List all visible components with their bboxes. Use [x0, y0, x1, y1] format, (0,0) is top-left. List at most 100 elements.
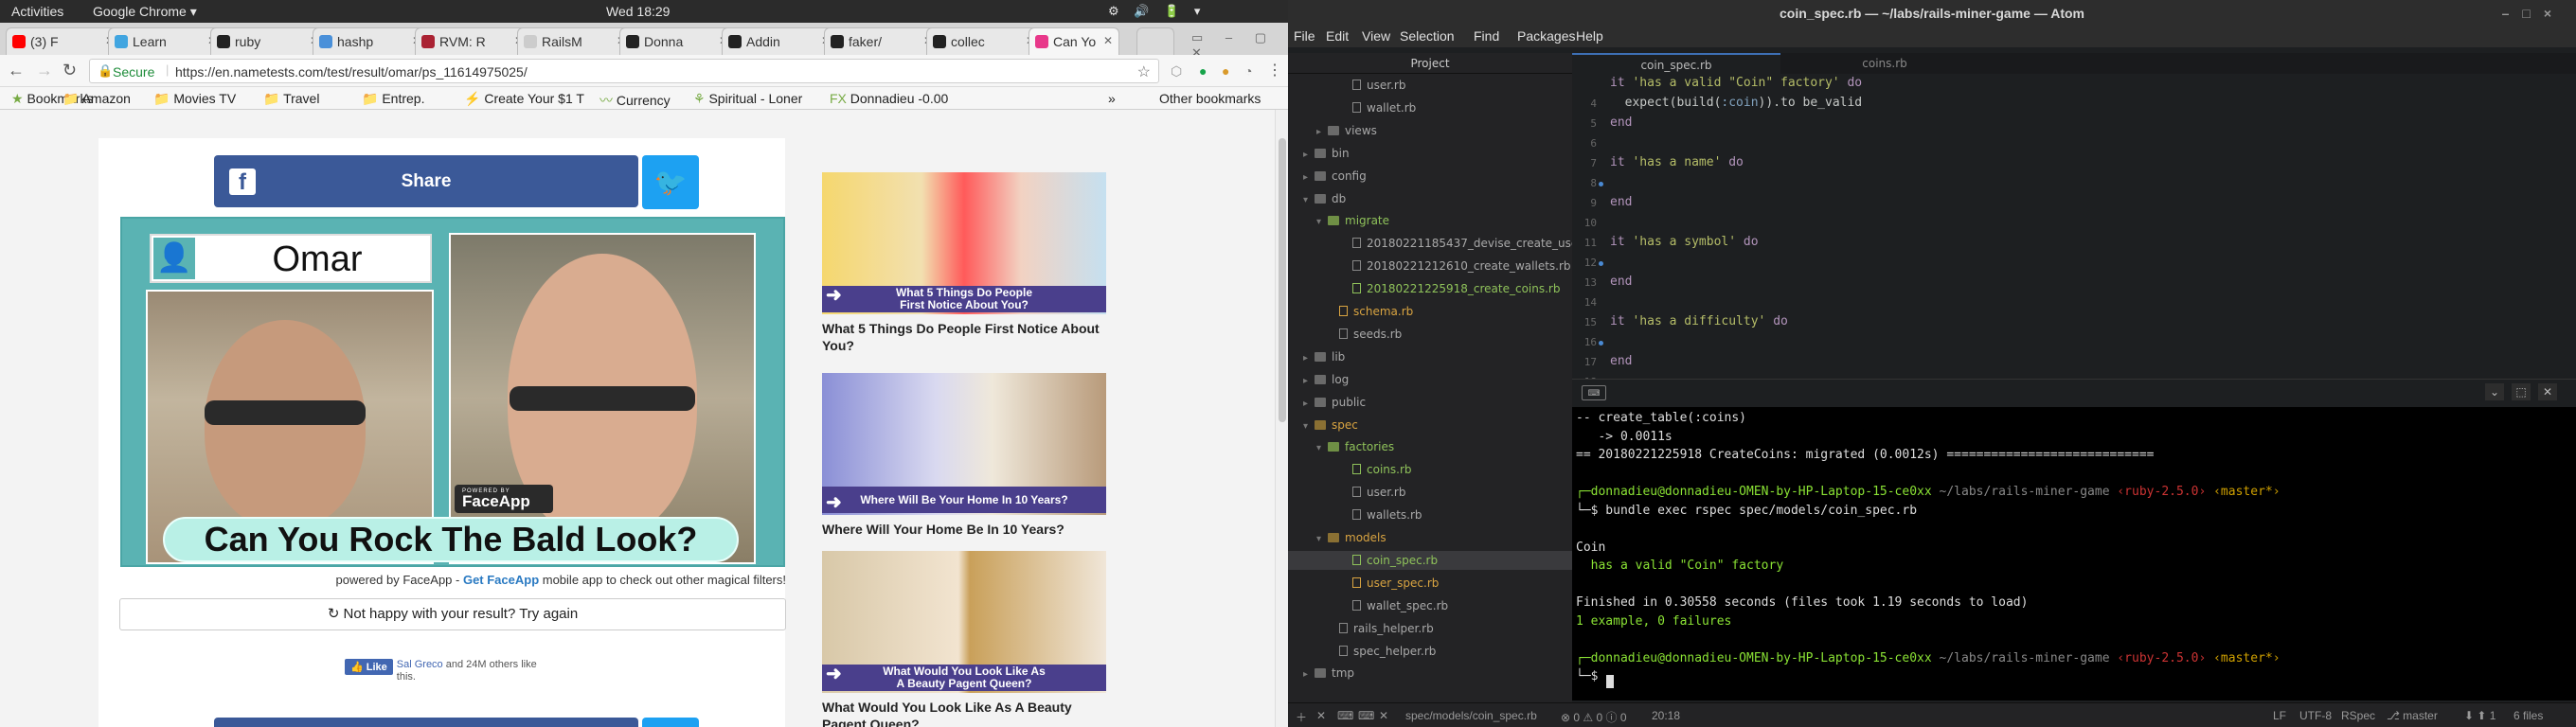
url-text[interactable]: https://en.nametests.com/test/result/oma…	[175, 64, 528, 80]
chevron-right-icon[interactable]: ▸	[1303, 395, 1315, 414]
tree-item[interactable]: ▸ log	[1303, 370, 1349, 389]
bookmark-star-icon[interactable]: ☆	[1137, 62, 1151, 81]
code-line[interactable]: end	[1610, 195, 1632, 209]
browser-tab[interactable]: faker/✕	[824, 27, 939, 55]
grammarly-icon[interactable]: ●	[1199, 63, 1207, 79]
tree-item[interactable]: 20180221212610_create_wallets.rb	[1352, 257, 1571, 275]
menu-edit[interactable]: Edit	[1326, 28, 1349, 44]
code-line[interactable]: end	[1610, 275, 1632, 289]
quiz-title[interactable]: Where Will Your Home Be In 10 Years?	[822, 521, 1106, 538]
chevron-right-icon[interactable]: ▸	[1303, 665, 1315, 684]
clock[interactable]: Wed 18:29	[606, 4, 670, 19]
chrome-menu-icon[interactable]: ⋮	[1267, 61, 1282, 80]
close-icon[interactable]: ✕	[1316, 709, 1326, 722]
tree-item[interactable]: user.rb	[1352, 76, 1405, 95]
bookmark-item[interactable]: 📁 Movies TV	[153, 91, 236, 107]
bookmark-item[interactable]: ⚡ Create Your $1 T	[464, 91, 584, 107]
terminal[interactable]: -- create_table(:coins) -> 0.0011s == 201…	[1572, 407, 2576, 700]
extension2-icon[interactable]: ●	[1222, 63, 1229, 79]
chevron-down-icon[interactable]: ▾	[1303, 417, 1315, 436]
close-panel-icon[interactable]: ✕	[2538, 383, 2557, 400]
bookmark-item[interactable]: 📁 Amazon	[63, 91, 131, 107]
code-line[interactable]: end	[1610, 115, 1632, 130]
tree-item[interactable]: ▸ lib	[1303, 347, 1345, 366]
terminal2-icon[interactable]: ⌨	[1358, 709, 1374, 722]
tree-item[interactable]: rails_helper.rb	[1339, 619, 1434, 638]
scrollbar-thumb[interactable]	[1279, 138, 1286, 422]
tree-item[interactable]: ▾ spec	[1303, 416, 1358, 434]
quiz-card[interactable]: ➜ Where Will Be Your Home In 10 Years? Whe…	[822, 373, 1106, 538]
like-button[interactable]: 👍 Like	[345, 659, 393, 675]
new-tab-button[interactable]	[1136, 27, 1174, 55]
grammar[interactable]: RSpec	[2341, 709, 2375, 722]
tree-item[interactable]: ▾ migrate	[1316, 211, 1389, 230]
browser-tab[interactable]: RVM: R✕	[415, 27, 530, 55]
tree-item[interactable]: ▸ config	[1303, 167, 1367, 186]
tree-item[interactable]: coin_spec.rb	[1288, 550, 1572, 570]
code-line[interactable]: end	[1610, 354, 1632, 368]
chevron-down-icon[interactable]: ▾	[1316, 439, 1328, 458]
menu-selection[interactable]: Selection	[1400, 28, 1455, 44]
terminal-icon[interactable]: ⌨	[1337, 709, 1353, 722]
cursor-position[interactable]: 20:18	[1652, 709, 1680, 722]
code-line[interactable]: it 'has a name' do	[1610, 155, 1744, 169]
file-path[interactable]: spec/models/coin_spec.rb	[1405, 709, 1537, 722]
tree-item[interactable]: spec_helper.rb	[1339, 642, 1436, 661]
tree-item[interactable]: ▾ models	[1316, 528, 1386, 547]
facebook-share-button-2[interactable]	[214, 718, 638, 727]
chevron-down-icon[interactable]: ▾	[1303, 191, 1315, 210]
chevron-down-icon[interactable]: ▾	[1316, 530, 1328, 549]
chevron-right-icon[interactable]: ▸	[1303, 146, 1315, 165]
bookmark-item[interactable]: Other bookmarks	[1159, 91, 1261, 106]
tree-item[interactable]: seeds.rb	[1339, 325, 1402, 344]
tab-close-icon[interactable]: ✕	[1103, 34, 1113, 47]
menu-packages[interactable]: Packages	[1517, 28, 1575, 44]
address-bar[interactable]: 🔒 Secure | https://en.nametests.com/test…	[89, 59, 1159, 83]
quiz-title[interactable]: What Would You Look Like As A Beauty Pag…	[822, 699, 1106, 727]
git-sync[interactable]: ⬇ ⬆ 1	[2464, 709, 2496, 722]
minimize-panel-icon[interactable]: ⌄	[2485, 383, 2504, 400]
chevron-right-icon[interactable]: ▸	[1303, 349, 1315, 368]
tree-item[interactable]: wallet_spec.rb	[1352, 596, 1448, 615]
menu-find[interactable]: Find	[1474, 28, 1499, 44]
editor-tab[interactable]: coin_spec.rb	[1572, 53, 1780, 74]
bookmark-item[interactable]: ⚘ Spiritual - Loner	[693, 91, 802, 107]
tree-item[interactable]: wallets.rb	[1352, 505, 1422, 524]
chevron-right-icon[interactable]: ▸	[1303, 168, 1315, 187]
tree-item[interactable]: ▸ tmp	[1303, 664, 1354, 683]
tree-item[interactable]: 20180221185437_devise_create_use	[1352, 234, 1572, 253]
tree-item[interactable]: ▸ views	[1316, 121, 1377, 140]
close-terminal-icon[interactable]: ✕	[1379, 709, 1388, 722]
page-scrollbar[interactable]	[1275, 110, 1288, 727]
code-line[interactable]: expect(build(:coin)).to be_valid	[1610, 96, 1862, 110]
quiz-image[interactable]: ➜ What Would You Look Like As A Beauty Pag…	[822, 551, 1106, 693]
forward-icon[interactable]: →	[36, 61, 53, 80]
extension3-icon[interactable]: ◔	[1244, 63, 1252, 79]
bookmark-item[interactable]: FX Donnadieu -0.00	[830, 91, 948, 106]
linter-status[interactable]: ⊗ 0 ⚠ 0 ⓘ 0	[1561, 709, 1627, 725]
tree-item[interactable]: ▾ db	[1303, 189, 1346, 208]
tree-item[interactable]: ▸ bin	[1303, 144, 1350, 163]
reload-icon[interactable]: ↻	[63, 61, 77, 80]
menu-help[interactable]: Help	[1576, 28, 1603, 44]
extension-icon[interactable]: ⬡	[1171, 63, 1182, 80]
tree-item[interactable]: ▾ factories	[1316, 437, 1394, 456]
browser-tab[interactable]: Learn✕	[108, 27, 224, 55]
tree-item[interactable]: schema.rb	[1339, 302, 1413, 321]
browser-tab[interactable]: Can Yo ✕	[1029, 27, 1119, 55]
quiz-card[interactable]: ➜ What Would You Look Like As A Beauty Pag…	[822, 551, 1106, 727]
try-again-button[interactable]: ↻ Not happy with your result? Try again	[119, 598, 786, 630]
chevron-down-icon[interactable]: ▾	[1316, 213, 1328, 232]
browser-tab[interactable]: collec✕	[926, 27, 1042, 55]
twitter-share-button-2[interactable]	[642, 718, 699, 727]
get-faceapp-link[interactable]: Get FaceApp	[463, 573, 539, 587]
bookmark-item[interactable]: 📁 Entrep.	[362, 91, 424, 107]
chevron-right-icon[interactable]: ▸	[1316, 123, 1328, 142]
app-menu[interactable]: Google Chrome ▾	[93, 4, 197, 20]
code-line[interactable]: it 'has a difficulty' do	[1610, 314, 1788, 328]
tree-item[interactable]: coins.rb	[1352, 460, 1412, 479]
tree-item[interactable]: ▸ public	[1303, 393, 1366, 412]
quiz-image[interactable]: ➜ Where Will Be Your Home In 10 Years?	[822, 373, 1106, 515]
editor-tab[interactable]: coins.rb	[1780, 53, 1989, 74]
browser-tab[interactable]: hashp✕	[313, 27, 428, 55]
